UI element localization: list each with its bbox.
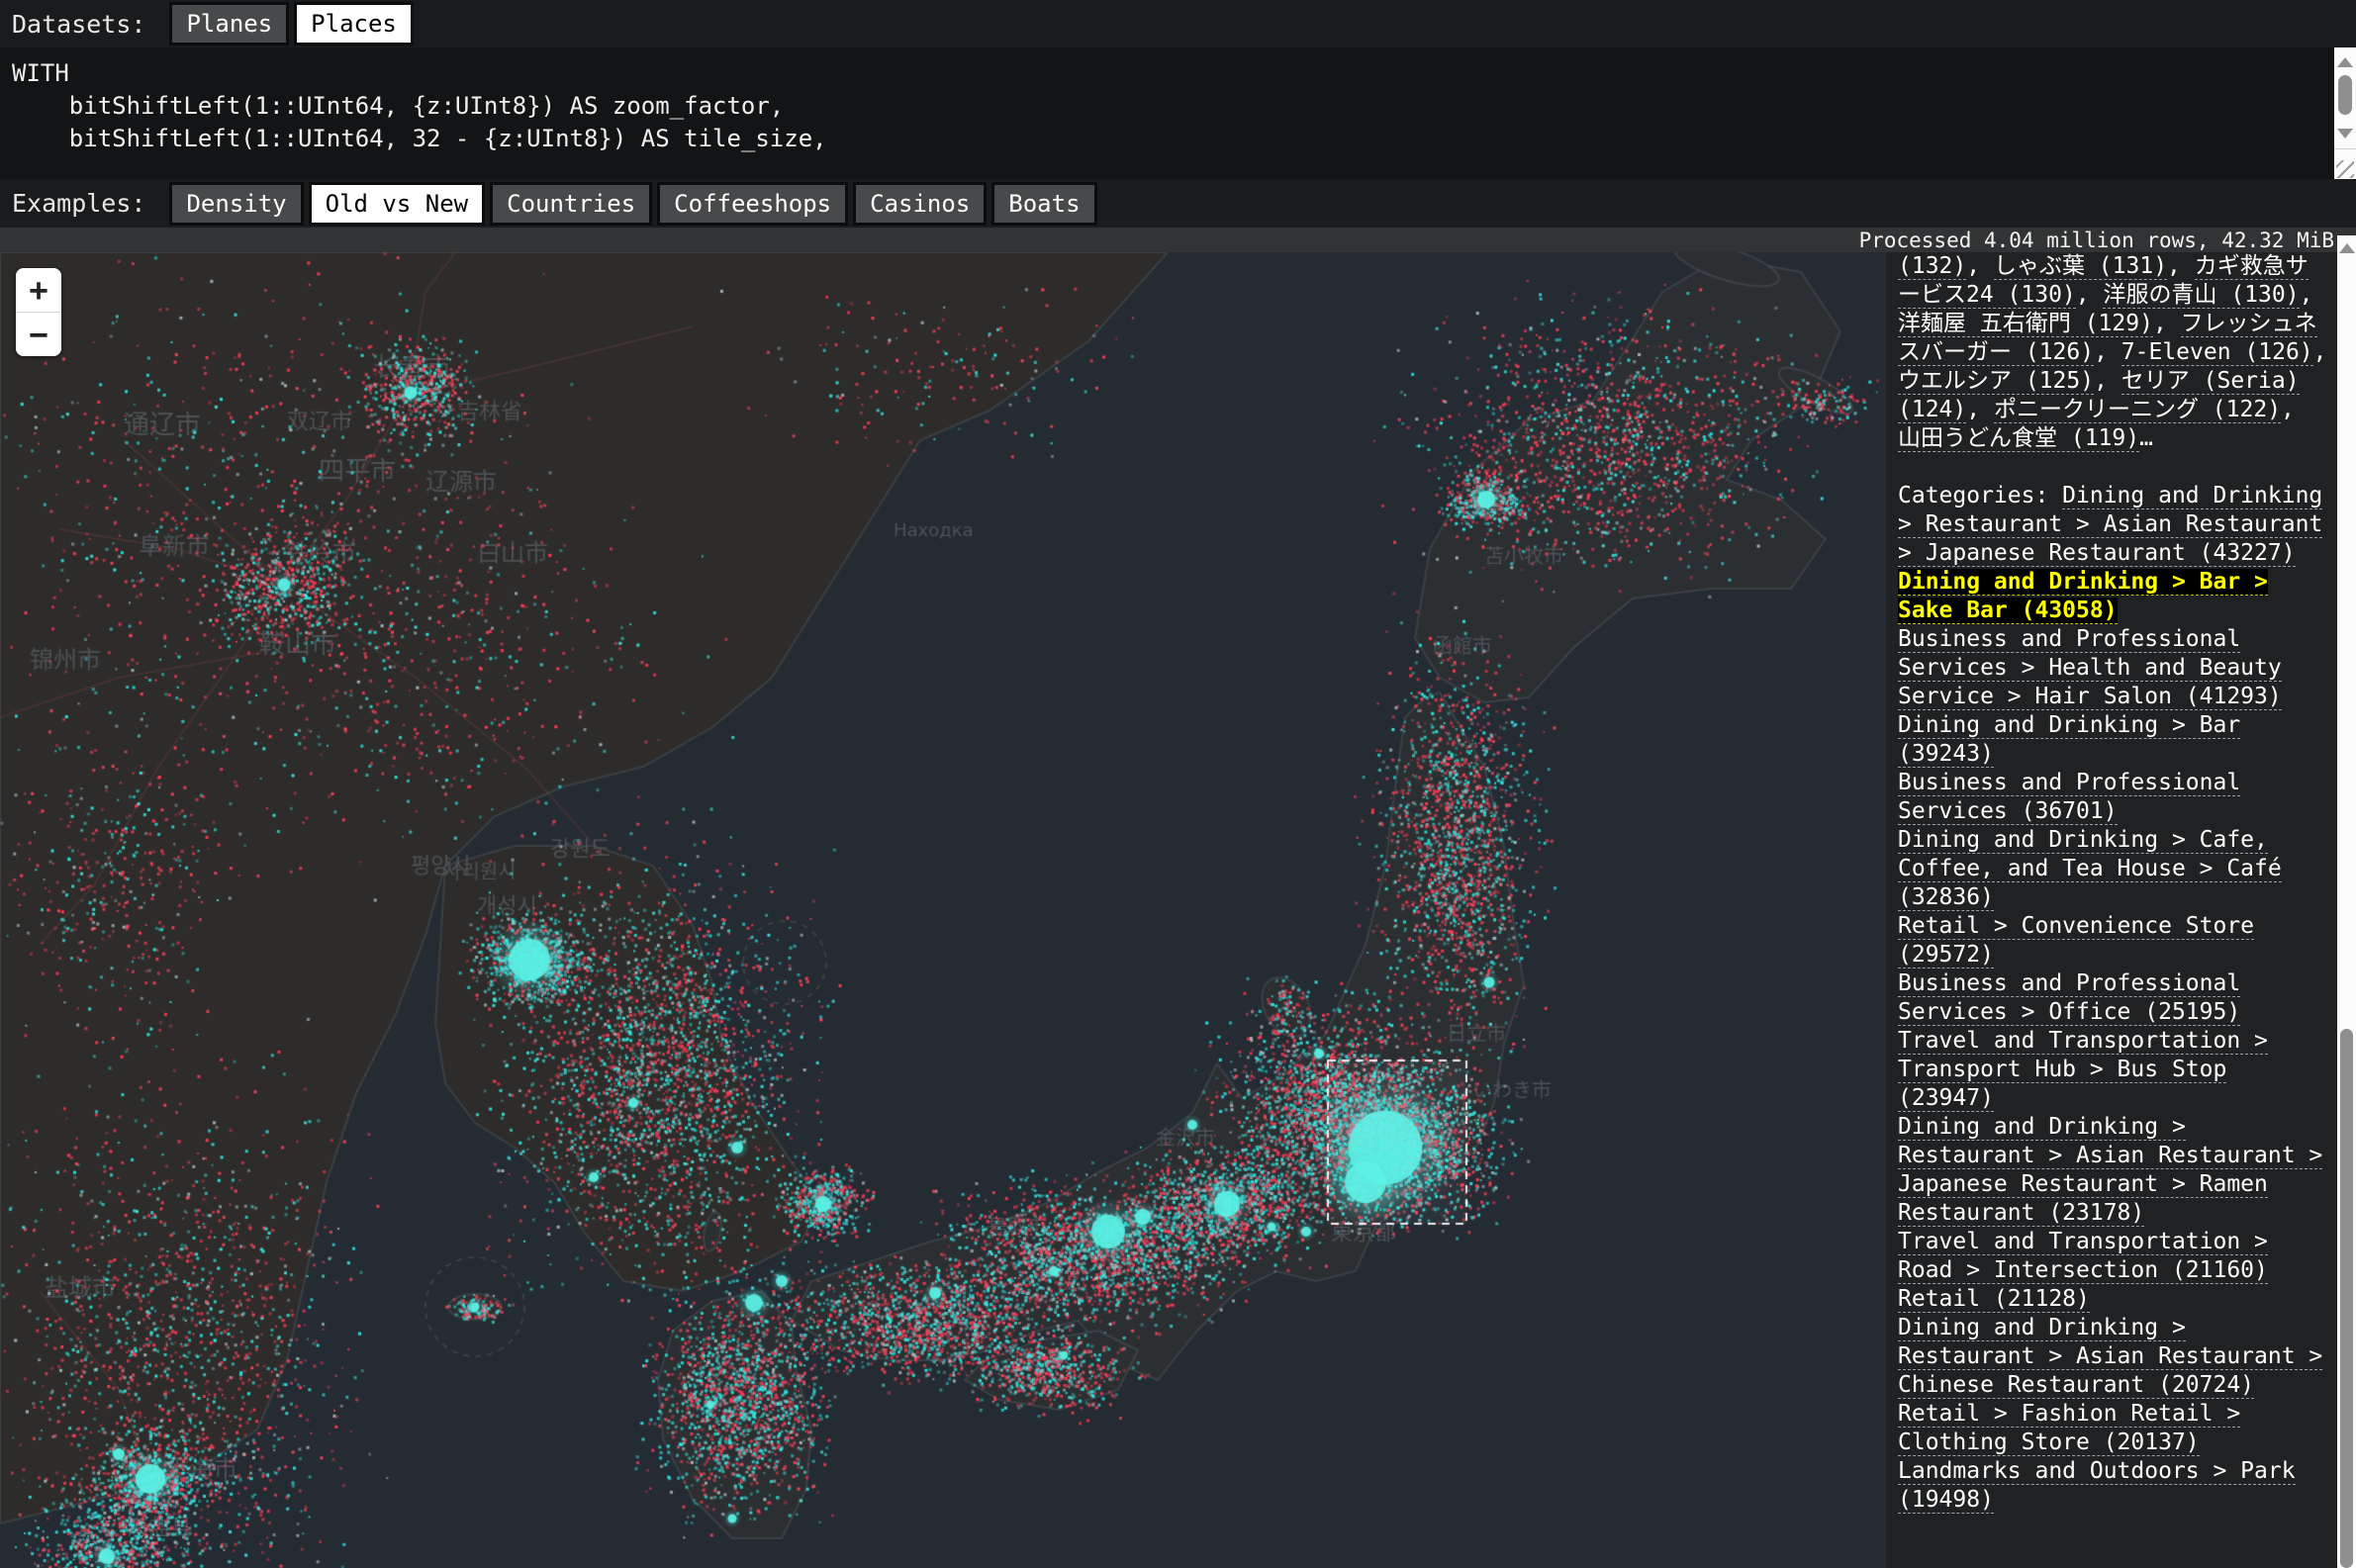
- category-link[interactable]: Travel and Transportation > Road > Inter…: [1898, 1229, 2268, 1284]
- examples-label: Examples:: [12, 189, 145, 218]
- page-scrollbar[interactable]: [2337, 235, 2356, 1568]
- category-link[interactable]: Dining and Drinking > Restaurant > Asian…: [1898, 1114, 2322, 1227]
- category-link[interactable]: Business and Professional Services > Off…: [1898, 970, 2240, 1026]
- datasets-buttons: PlanesPlaces: [169, 2, 413, 46]
- category-link-highlighted[interactable]: Dining and Drinking > Bar > Sake Bar (43…: [1898, 569, 2268, 624]
- page-scroll-up-icon[interactable]: [2339, 243, 2355, 253]
- brand-separator: …: [2139, 425, 2153, 451]
- brand-link[interactable]: 山田うどん食堂 (119): [1898, 425, 2139, 452]
- map-zoom-control: + −: [16, 268, 61, 356]
- category-link[interactable]: Dining and Drinking > Bar (39243): [1898, 712, 2240, 768]
- textarea-resize-grip-icon[interactable]: [2334, 148, 2356, 180]
- sql-editor[interactable]: WITH bitShiftLeft(1::UInt64, {z:UInt8}) …: [0, 47, 2356, 179]
- brand-separator: ,: [2281, 397, 2295, 422]
- brand-separator: ,: [1966, 253, 1994, 279]
- example-button-coffeeshops[interactable]: Coffeeshops: [657, 182, 848, 226]
- brand-separator: ,: [2076, 282, 2104, 308]
- example-button-casinos[interactable]: Casinos: [853, 182, 987, 226]
- example-button-old-vs-new[interactable]: Old vs New: [309, 182, 486, 226]
- code-scroll-down-icon[interactable]: [2337, 129, 2353, 138]
- brand-separator: ,: [2094, 368, 2121, 394]
- example-button-countries[interactable]: Countries: [490, 182, 652, 226]
- brand-link[interactable]: 7-Eleven (126): [2121, 339, 2313, 366]
- examples-buttons: DensityOld vs NewCountriesCoffeeshopsCas…: [169, 182, 1096, 226]
- category-link[interactable]: Travel and Transportation > Transport Hu…: [1898, 1028, 2268, 1112]
- datasets-bar: Datasets: PlanesPlaces: [0, 0, 2356, 47]
- categories-label: Categories:: [1898, 483, 2062, 508]
- dataset-button-places[interactable]: Places: [294, 2, 414, 46]
- dataset-button-planes[interactable]: Planes: [169, 2, 289, 46]
- brand-link[interactable]: 洋服の青山 (130): [2103, 282, 2299, 309]
- results-sidebar: (132), しゃぶ葉 (131), カギ救急サービス24 (130), 洋服の…: [1886, 252, 2337, 1568]
- brand-link[interactable]: ウエルシア (125): [1898, 368, 2094, 395]
- category-link[interactable]: Business and Professional Services (3670…: [1898, 770, 2240, 825]
- code-scroll-up-icon[interactable]: [2337, 57, 2353, 67]
- category-link[interactable]: Dining and Drinking > Cafe, Coffee, and …: [1898, 827, 2282, 911]
- brand-separator: ,: [2300, 282, 2313, 308]
- categories-list: Categories: Dining and Drinking > Restau…: [1898, 482, 2327, 1515]
- category-link[interactable]: Retail (21128): [1898, 1286, 2090, 1313]
- zoom-in-button[interactable]: +: [16, 268, 61, 312]
- page-scroll-thumb[interactable]: [2340, 1029, 2353, 1568]
- category-link[interactable]: Retail > Convenience Store (29572): [1898, 913, 2254, 968]
- brand-separator: ,: [1966, 397, 1994, 422]
- map-container: + −: [0, 252, 1886, 1568]
- brands-list: (132), しゃぶ葉 (131), カギ救急サービス24 (130), 洋服の…: [1898, 252, 2327, 453]
- category-link[interactable]: Retail > Fashion Retail > Clothing Store…: [1898, 1401, 2240, 1456]
- brand-link[interactable]: ポニークリーニング (122): [1994, 397, 2281, 423]
- brand-separator: ,: [2094, 339, 2121, 365]
- code-scroll-thumb[interactable]: [2338, 75, 2352, 115]
- datasets-label: Datasets:: [12, 10, 145, 39]
- app-window: Datasets: PlanesPlaces WITH bitShiftLeft…: [0, 0, 2356, 1568]
- example-button-boats[interactable]: Boats: [991, 182, 1096, 226]
- sql-code-text[interactable]: WITH bitShiftLeft(1::UInt64, {z:UInt8}) …: [0, 47, 2356, 155]
- brand-separator: ,: [2313, 339, 2327, 365]
- category-link[interactable]: Business and Professional Services > Hea…: [1898, 626, 2282, 710]
- category-link[interactable]: Dining and Drinking > Restaurant > Asian…: [1898, 1315, 2322, 1399]
- map-canvas[interactable]: [0, 252, 1886, 1568]
- brand-separator: ,: [2167, 253, 2195, 279]
- brand-link[interactable]: 洋麺屋 五右衛門 (129): [1898, 311, 2153, 337]
- example-button-density[interactable]: Density: [169, 182, 303, 226]
- brand-link[interactable]: (132): [1898, 253, 1966, 280]
- examples-bar: Examples: DensityOld vs NewCountriesCoff…: [0, 179, 2356, 228]
- brand-separator: ,: [2153, 311, 2181, 336]
- code-scrollbar[interactable]: [2334, 47, 2356, 148]
- category-link[interactable]: Landmarks and Outdoors > Park (19498): [1898, 1458, 2296, 1514]
- status-bar: Processed 4.04 million rows, 42.32 MiB: [0, 228, 2356, 252]
- zoom-out-button[interactable]: −: [16, 313, 61, 356]
- status-text: Processed 4.04 million rows, 42.32 MiB: [1859, 229, 2334, 252]
- brand-link[interactable]: しゃぶ葉 (131): [1994, 253, 2167, 280]
